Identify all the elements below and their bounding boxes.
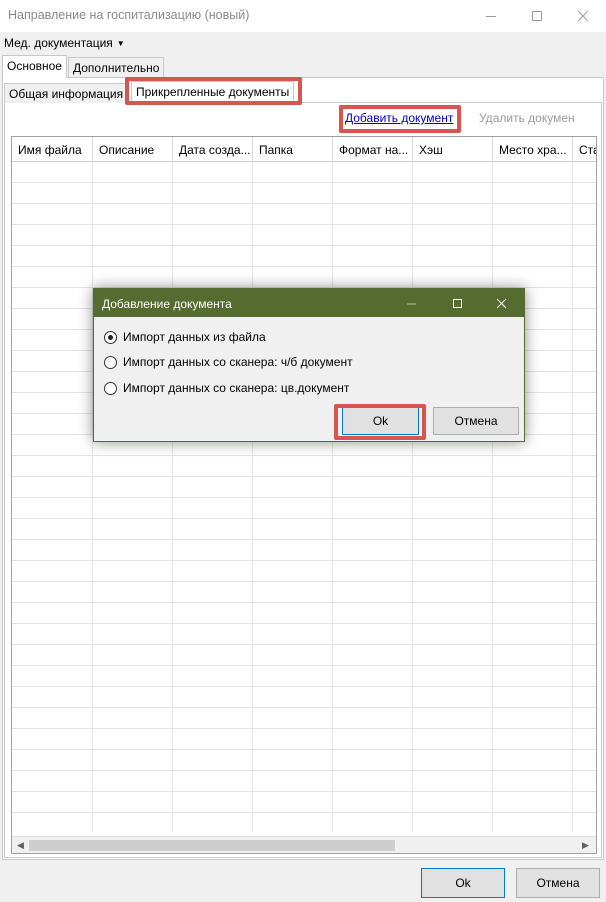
scroll-right-icon[interactable]: ▶ <box>582 840 589 851</box>
minimize-button[interactable] <box>468 0 514 32</box>
column-divider <box>332 162 333 832</box>
column-divider <box>412 162 413 832</box>
window-title: Направление на госпитализацию (новый) <box>8 8 250 22</box>
radio-import-file[interactable]: Импорт данных из файла <box>104 330 266 344</box>
dialog-maximize-button[interactable] <box>434 289 480 317</box>
documents-table[interactable]: Имя файла Описание Дата созда... Папка Ф… <box>11 136 597 854</box>
column-header[interactable]: Папка <box>253 137 333 162</box>
dialog-close-button[interactable] <box>478 289 524 317</box>
footer-cancel-button[interactable]: Отмена <box>516 868 600 898</box>
maximize-icon <box>532 11 542 21</box>
radio-import-scanner-color[interactable]: Импорт данных со сканера: цв.документ <box>104 381 349 395</box>
column-divider <box>252 162 253 832</box>
footer-ok-button[interactable]: Ok <box>421 868 505 898</box>
highlight-attached-tab <box>125 77 302 105</box>
tab-general-info-label: Общая информация <box>9 87 124 101</box>
tab-main-label: Основное <box>7 59 62 73</box>
minimize-icon <box>407 303 416 305</box>
tab-additional[interactable]: Дополнительно <box>68 57 165 78</box>
close-icon <box>496 298 507 309</box>
add-document-dialog: Добавление документа Импорт данных из фа… <box>93 288 525 442</box>
column-divider <box>572 162 573 832</box>
column-header[interactable]: Имя файла <box>12 137 93 162</box>
radio-selected-icon <box>104 330 117 344</box>
tab-general-info[interactable]: Общая информация <box>4 83 129 103</box>
column-header[interactable]: Дата созда... <box>173 137 253 162</box>
tab-main[interactable]: Основное <box>2 55 67 78</box>
highlight-dialog-ok <box>334 404 426 440</box>
column-header[interactable]: Хэш <box>413 137 493 162</box>
menu-bar: Мед. документация ▼ <box>0 32 606 54</box>
column-header[interactable]: Формат на... <box>333 137 413 162</box>
radio-unselected-icon <box>104 355 117 369</box>
dialog-minimize-button[interactable] <box>388 289 434 317</box>
radio-label: Импорт данных со сканера: ч/б документ <box>123 355 353 369</box>
radio-import-scanner-bw[interactable]: Импорт данных со сканера: ч/б документ <box>104 355 353 369</box>
delete-document-link[interactable]: Удалить документ <box>479 111 575 125</box>
maximize-button[interactable] <box>514 0 560 32</box>
table-header: Имя файла Описание Дата созда... Папка Ф… <box>12 137 596 162</box>
menu-label: Мед. документация <box>4 36 113 50</box>
radio-label: Импорт данных со сканера: цв.документ <box>123 381 350 395</box>
horizontal-scrollbar[interactable]: ◀ ▶ <box>12 836 596 853</box>
column-divider <box>492 162 493 832</box>
column-header[interactable]: Ста <box>573 137 596 162</box>
highlight-add-document <box>339 105 461 133</box>
tab-additional-label: Дополнительно <box>73 61 160 75</box>
close-icon <box>577 10 589 22</box>
dialog-title: Добавление документа <box>102 297 232 311</box>
scrollbar-thumb[interactable] <box>29 840 395 851</box>
column-divider <box>92 162 93 832</box>
radio-unselected-icon <box>104 381 117 395</box>
column-divider <box>172 162 173 832</box>
radio-label: Импорт данных из файла <box>123 330 266 344</box>
table-body <box>12 162 596 832</box>
close-button[interactable] <box>560 0 606 32</box>
window-titlebar: Направление на госпитализацию (новый) <box>0 0 606 32</box>
column-header[interactable]: Место хра... <box>493 137 573 162</box>
minimize-icon <box>486 16 496 17</box>
menu-med-documentation[interactable]: Мед. документация ▼ <box>4 36 125 50</box>
dialog-titlebar: Добавление документа <box>94 289 524 317</box>
caret-down-icon: ▼ <box>116 39 125 48</box>
maximize-icon <box>453 299 462 308</box>
column-header[interactable]: Описание <box>93 137 173 162</box>
dialog-cancel-button[interactable]: Отмена <box>433 407 519 435</box>
scroll-left-icon[interactable]: ◀ <box>17 840 24 851</box>
